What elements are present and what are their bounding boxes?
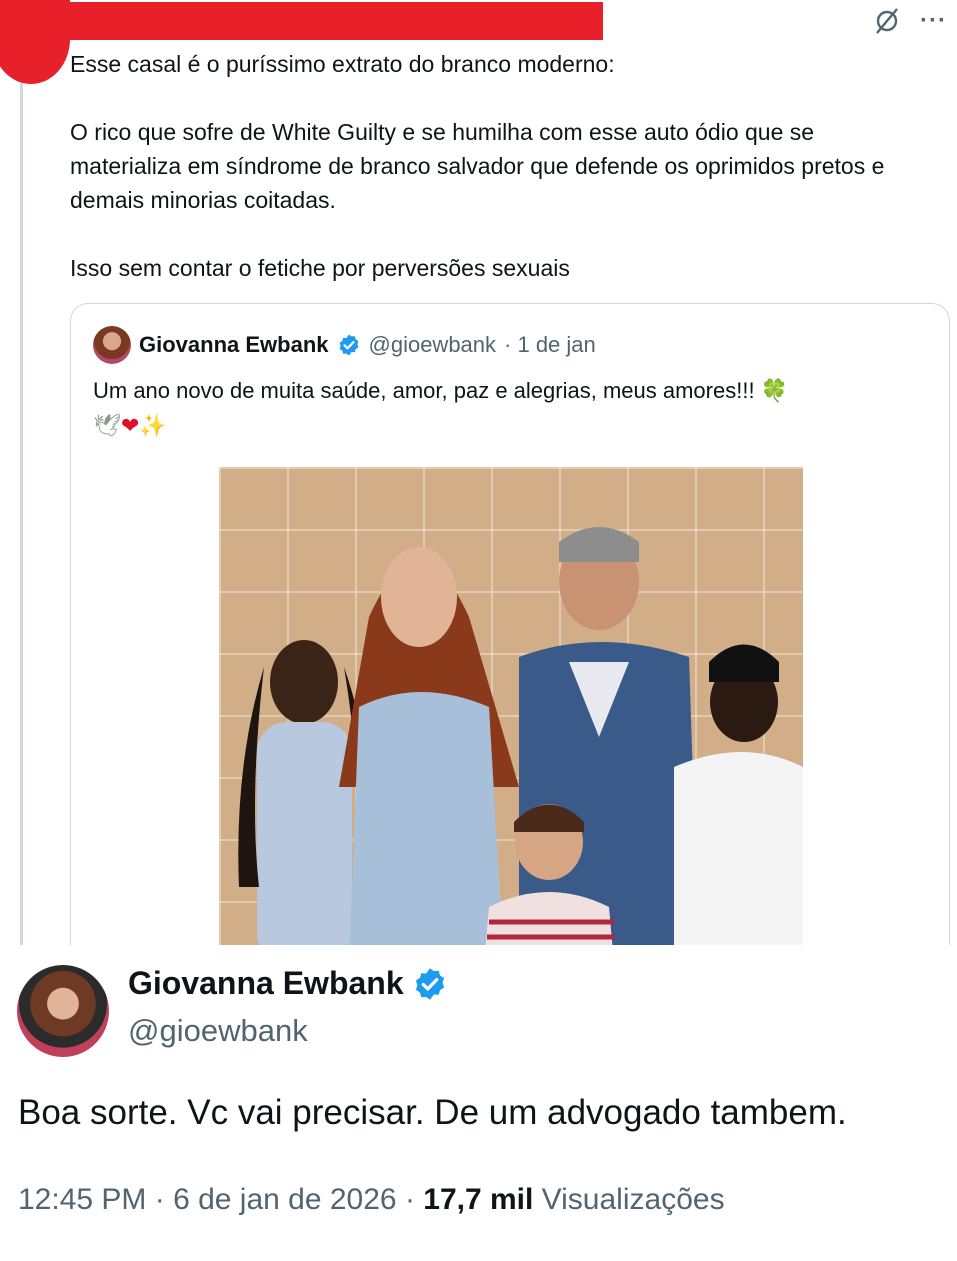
author-handle[interactable]: @gioewbank bbox=[128, 1013, 308, 1049]
more-icon[interactable]: ··· bbox=[920, 6, 947, 36]
views-label: Visualizações bbox=[533, 1183, 725, 1216]
avatar[interactable] bbox=[93, 326, 131, 364]
post-timestamp[interactable]: 12:45 PM · 6 de jan de 2026 · bbox=[18, 1183, 423, 1216]
post-date[interactable]: · 1 de jan bbox=[504, 332, 596, 358]
post-actions: ··· bbox=[872, 6, 947, 36]
reply-text: Boa sorte. Vc vai precisar. De um advoga… bbox=[18, 1093, 847, 1132]
dove-emoji: 🕊 bbox=[93, 414, 121, 439]
post-photo[interactable] bbox=[219, 467, 803, 962]
redacted-avatar bbox=[0, 0, 70, 84]
post-paragraph: Isso sem contar o fetiche por perversões… bbox=[70, 255, 570, 281]
author-handle[interactable]: @gioewbank bbox=[369, 332, 497, 358]
sparkles-emoji: ✨ bbox=[139, 414, 167, 439]
quoted-post-header: Giovanna Ewbank @gioewbank · 1 de jan bbox=[93, 326, 596, 364]
quoted-post-card[interactable]: Giovanna Ewbank @gioewbank · 1 de jan Um… bbox=[70, 303, 950, 963]
clover-emoji: 🍀 bbox=[760, 379, 789, 404]
redacted-username bbox=[70, 2, 603, 40]
reply-post[interactable]: Giovanna Ewbank @gioewbank Boa sorte. Vc… bbox=[0, 945, 957, 1261]
heart-emoji: ❤ bbox=[120, 414, 140, 439]
avatar[interactable] bbox=[17, 965, 109, 1057]
grok-icon[interactable] bbox=[872, 6, 902, 36]
thread-line bbox=[20, 80, 23, 945]
post-body: Esse casal é o puríssimo extrato do bran… bbox=[70, 47, 930, 285]
quoted-post-text: Um ano novo de muita saúde, amor, paz e … bbox=[93, 374, 933, 444]
post-metadata: 12:45 PM · 6 de jan de 2026 · 17,7 mil V… bbox=[18, 1183, 725, 1217]
author-name[interactable]: Giovanna Ewbank bbox=[139, 332, 329, 358]
post-paragraph: O rico que sofre de White Guilty e se hu… bbox=[70, 119, 891, 213]
verified-badge-icon bbox=[415, 967, 444, 1000]
post-paragraph: Esse casal é o puríssimo extrato do bran… bbox=[70, 51, 615, 77]
photo-figures bbox=[238, 527, 803, 962]
quoted-post-body: Um ano novo de muita saúde, amor, paz e … bbox=[93, 378, 755, 403]
verified-badge-icon bbox=[339, 334, 358, 356]
views-count: 17,7 mil bbox=[423, 1183, 534, 1216]
author-name[interactable]: Giovanna Ewbank bbox=[128, 965, 404, 1002]
reply-author: Giovanna Ewbank bbox=[128, 965, 448, 1002]
